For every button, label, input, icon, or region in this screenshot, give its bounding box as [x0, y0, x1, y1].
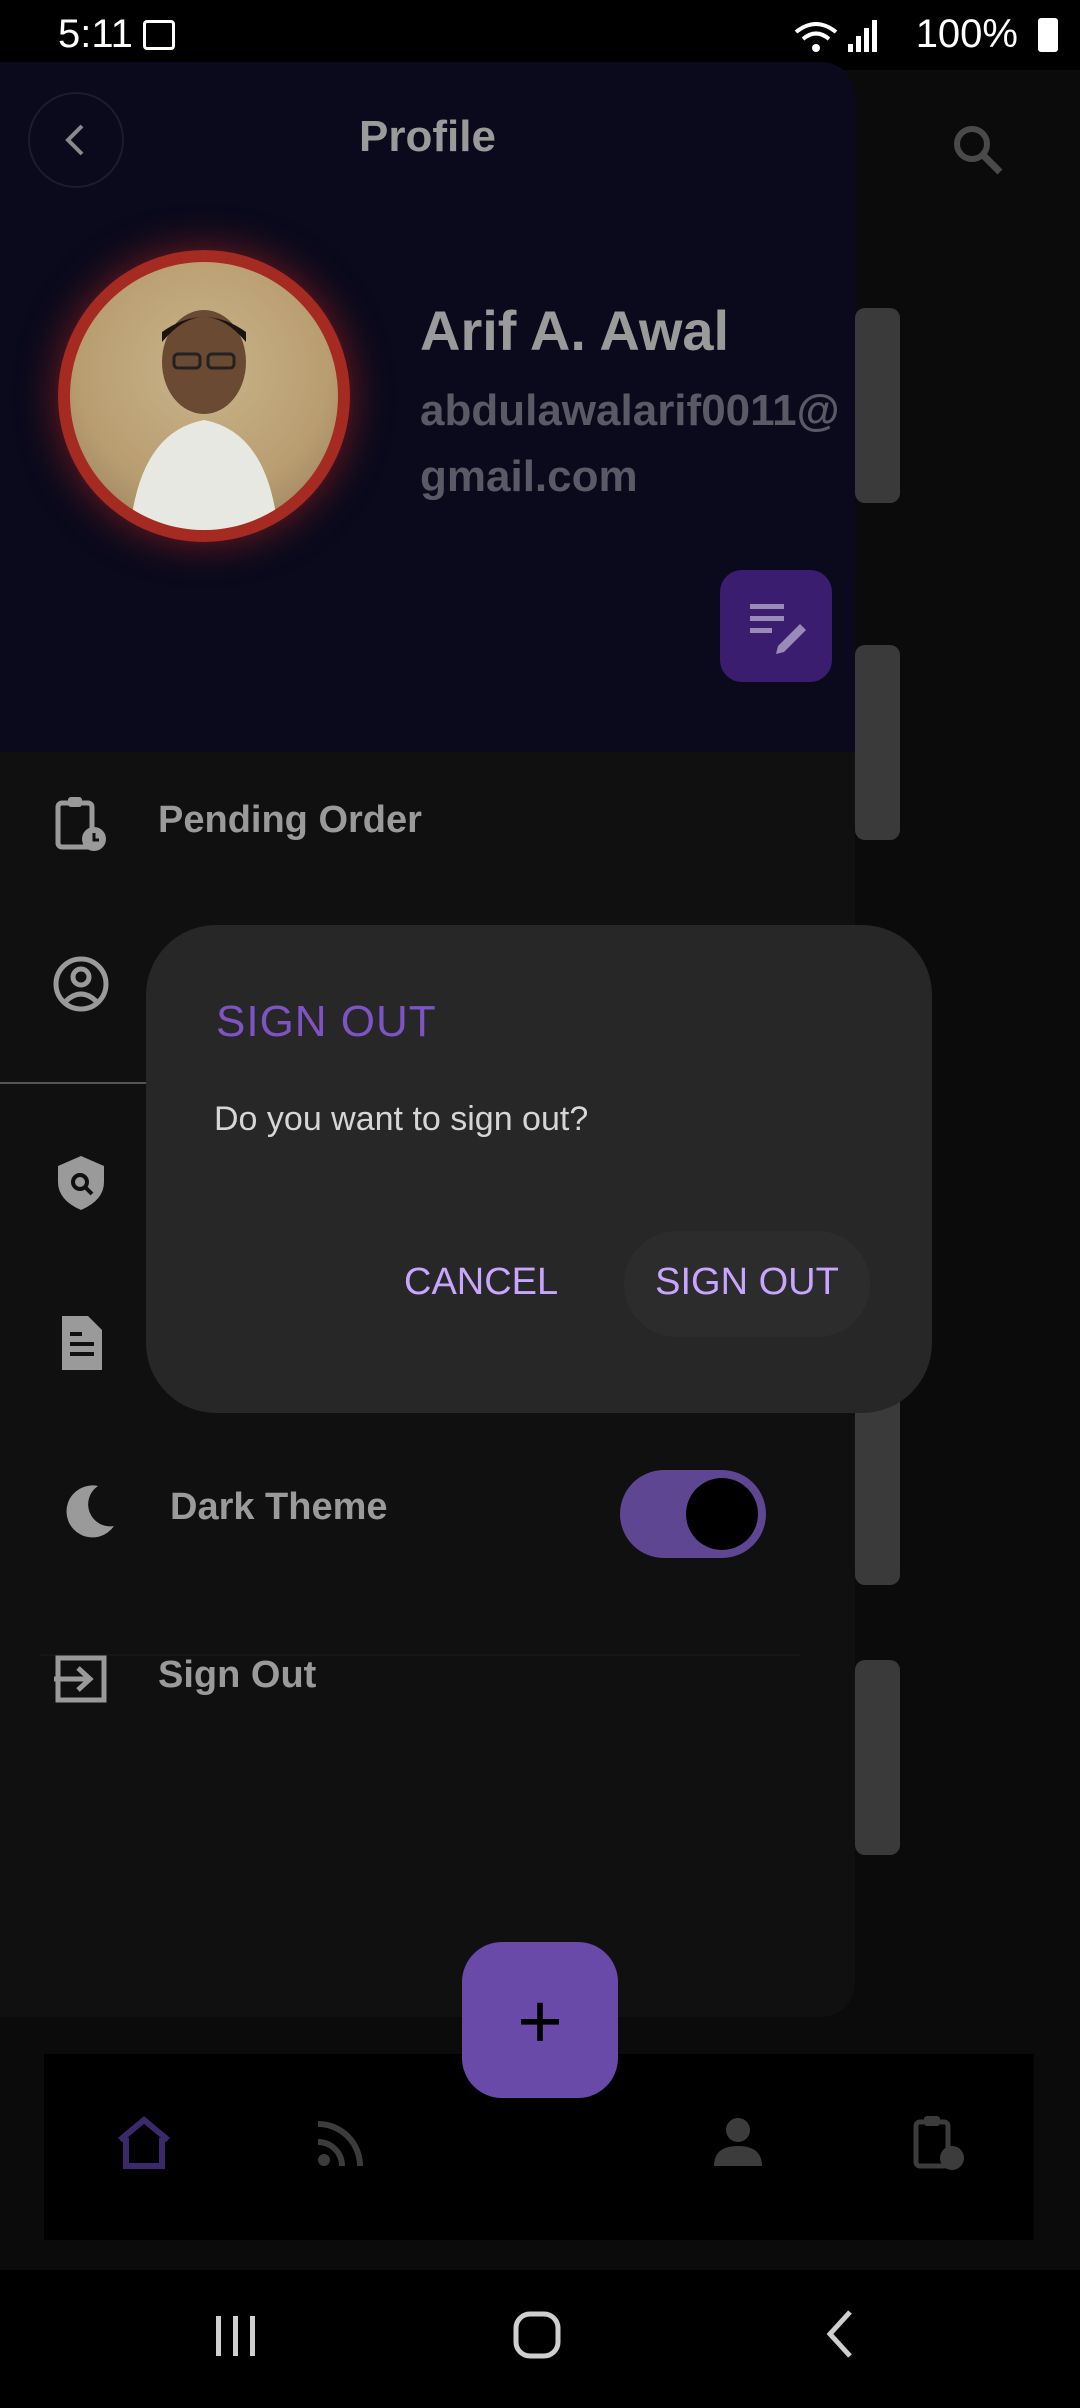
confirm-sign-out-label: SIGN OUT [655, 1261, 839, 1303]
recent-apps-icon[interactable] [212, 2310, 260, 2362]
confirm-sign-out-button[interactable]: SIGN OUT [624, 1231, 870, 1337]
page-title: Profile [359, 112, 496, 161]
security-icon [58, 1156, 104, 1210]
wifi-icon [794, 22, 838, 52]
document-icon [62, 1316, 102, 1370]
dialog-message: Do you want to sign out? [214, 1100, 589, 1138]
user-email: abdulawalarif0011@gmail.com [420, 386, 840, 501]
status-bar: 5:11 100% [0, 0, 1080, 70]
battery-icon [1038, 18, 1058, 52]
background-card [855, 645, 900, 840]
clipboard-clock-icon[interactable] [910, 2114, 966, 2170]
status-time: 5:11 [58, 12, 133, 56]
sign-out-dialog: SIGN OUT Do you want to sign out? CANCEL… [146, 925, 932, 1413]
search-icon[interactable] [950, 122, 1006, 178]
signal-icon [848, 20, 877, 52]
user-name: Arif A. Awal [420, 299, 730, 362]
add-button[interactable]: + [462, 1942, 618, 2098]
clipboard-clock-icon [55, 797, 106, 851]
menu-item-label: Sign Out [158, 1654, 317, 1696]
background-card [855, 308, 900, 503]
home-icon[interactable] [116, 2114, 172, 2170]
battery-level: 100% [915, 12, 1018, 56]
feed-icon[interactable] [314, 2114, 370, 2170]
background-card [855, 1390, 900, 1585]
logout-icon [54, 1655, 107, 1703]
toggle-knob [686, 1478, 758, 1550]
menu-item-pending-order[interactable]: Pending Order [0, 755, 855, 895]
menu-item-label: Pending Order [158, 799, 422, 841]
moon-icon [66, 1485, 114, 1538]
background-card [855, 1660, 900, 1855]
system-navigation-bar [0, 2270, 1080, 2408]
dialog-title: SIGN OUT [216, 997, 437, 1046]
person-icon[interactable] [710, 2114, 766, 2170]
edit-profile-button[interactable] [720, 570, 832, 682]
edit-note-icon [750, 604, 806, 654]
plus-icon: + [517, 1977, 563, 2065]
avatar[interactable] [58, 250, 350, 542]
menu-item-sign-out[interactable]: Sign Out [0, 1610, 855, 1750]
account-circle-icon [53, 956, 109, 1012]
divider [0, 1082, 160, 1084]
person-photo [130, 310, 278, 530]
back-system-icon[interactable] [820, 2308, 860, 2364]
gallery-notification-icon [143, 20, 175, 50]
home-system-icon[interactable] [512, 2308, 564, 2364]
menu-item-label: Dark Theme [170, 1486, 388, 1528]
cancel-button[interactable]: CANCEL [386, 1253, 576, 1312]
